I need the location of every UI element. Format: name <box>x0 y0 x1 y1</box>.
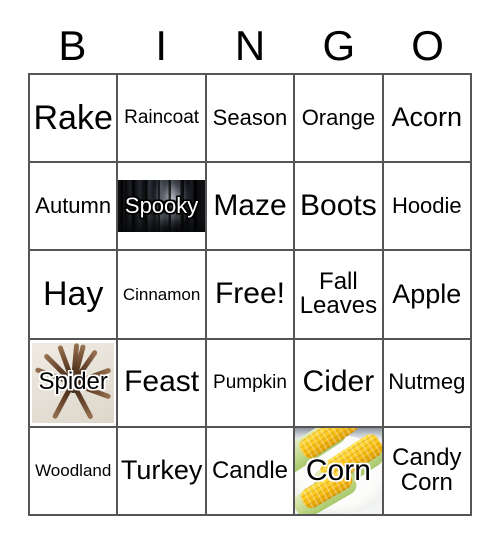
bingo-cell-label: Nutmeg <box>388 369 466 395</box>
bingo-cell-label: Hoodie <box>391 193 462 219</box>
bingo-cell-r1c2[interactable]: Raincoat <box>118 75 207 164</box>
bingo-cell-r1c3[interactable]: Season <box>206 75 296 164</box>
bingo-cell-r5c2[interactable]: Turkey <box>118 427 207 516</box>
bingo-cell-r2c5[interactable]: Hoodie <box>383 163 472 252</box>
bingo-cell-label: Cider <box>302 365 375 399</box>
bingo-cell-label: Spooky <box>124 193 199 219</box>
bingo-cell-label: Rake <box>33 98 113 137</box>
bingo-cell-r5c1[interactable]: Woodland <box>30 427 119 516</box>
header-letter-i: I <box>155 21 168 69</box>
header-letter-n: N <box>234 21 266 69</box>
bingo-cell-r5c3[interactable]: Candle <box>206 427 296 516</box>
bingo-cell-label: Corn <box>305 453 371 487</box>
bingo-cell-label: Spider <box>38 368 108 396</box>
header-letter-o: O <box>411 21 444 69</box>
bingo-cell-label: Candy Corn <box>392 444 462 496</box>
bingo-cell-r5c5[interactable]: Candy Corn <box>383 427 472 516</box>
header-letter-b: B <box>58 21 87 69</box>
bingo-cell-r1c1[interactable]: Rake <box>30 75 119 164</box>
forest-floor-shadow <box>118 218 205 233</box>
bingo-cell-label: Season <box>212 104 288 130</box>
header-letter-g: G <box>322 21 356 69</box>
bingo-cell-r2c3[interactable]: Maze <box>206 163 296 252</box>
bingo-cell-label: Hay <box>42 275 104 314</box>
bingo-cell-r1c5[interactable]: Acorn <box>383 75 472 164</box>
bingo-cell-r2c4[interactable]: Boots <box>295 163 384 252</box>
bingo-card: B I N G O Rake Raincoat Season Orange Ac… <box>0 0 500 544</box>
bingo-cell-label: Apple <box>392 278 462 309</box>
bingo-cell-r5c4[interactable]: Corn <box>295 427 384 516</box>
bingo-cell-label: Candle <box>211 456 289 484</box>
bingo-cell-r4c4[interactable]: Cider <box>295 339 384 428</box>
bingo-cell-r1c4[interactable]: Orange <box>295 75 384 164</box>
bingo-cell-label: Free! <box>214 277 285 311</box>
bingo-cell-r3c2[interactable]: Cinnamon <box>118 251 207 340</box>
bingo-cell-r3c1[interactable]: Hay <box>30 251 119 340</box>
bingo-cell-label: Acorn <box>391 102 463 133</box>
bingo-cell-r4c3[interactable]: Pumpkin <box>206 339 296 428</box>
bingo-grid: Rake Raincoat Season Orange Acorn Autumn… <box>28 73 472 516</box>
bingo-cell-label: Feast <box>124 365 200 399</box>
bingo-cell-label: Maze <box>213 188 287 222</box>
bingo-cell-r2c1[interactable]: Autumn <box>30 163 119 252</box>
bingo-cell-label: Autumn <box>35 193 112 219</box>
bingo-cell-label: Orange <box>301 104 376 130</box>
bingo-cell-r2c2[interactable]: Spooky <box>118 163 207 252</box>
bingo-cell-free-space[interactable]: Free! <box>206 251 296 340</box>
bingo-cell-label: Fall Leaves <box>299 268 378 320</box>
bingo-cell-label: Turkey <box>120 455 203 486</box>
bingo-header-row: B I N G O <box>28 18 472 73</box>
bingo-cell-r3c4[interactable]: Fall Leaves <box>295 251 384 340</box>
bingo-cell-label: Cinnamon <box>122 284 201 304</box>
bingo-cell-label: Woodland <box>35 461 112 481</box>
bingo-cell-r4c5[interactable]: Nutmeg <box>383 339 472 428</box>
bingo-cell-r4c2[interactable]: Feast <box>118 339 207 428</box>
bingo-cell-label: Raincoat <box>124 107 200 129</box>
bingo-cell-r3c5[interactable]: Apple <box>383 251 472 340</box>
bingo-cell-label: Pumpkin <box>213 372 287 393</box>
bingo-cell-r4c1[interactable]: Spider <box>30 339 119 428</box>
bingo-cell-label: Boots <box>300 188 377 222</box>
